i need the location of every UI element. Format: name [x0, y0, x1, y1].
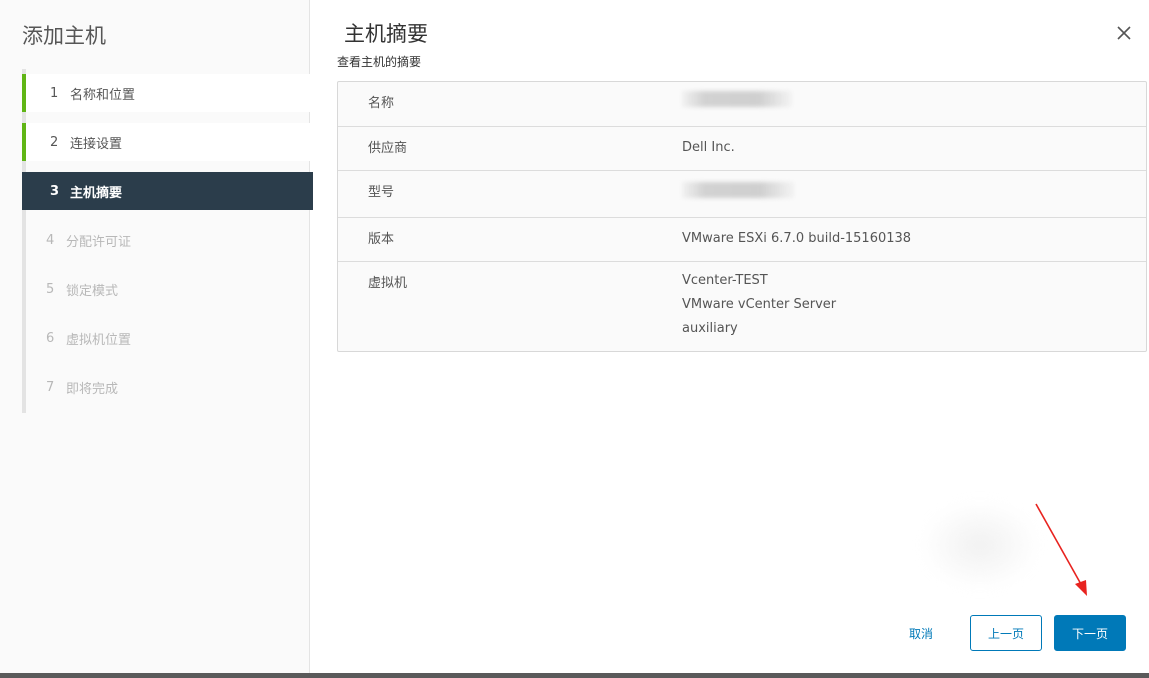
- taskbar-strip: [0, 673, 1149, 678]
- row-value-list: Vcenter-TEST VMware vCenter Server auxil…: [682, 257, 1146, 351]
- row-value-redacted: [682, 77, 1146, 126]
- blur-smudge: [920, 500, 1040, 590]
- step-lockdown-mode: 5 锁定模式: [22, 270, 313, 308]
- vm-name: auxiliary: [682, 321, 738, 336]
- step-ready-to-complete: 7 即将完成: [22, 368, 313, 406]
- row-value-redacted: [682, 166, 1146, 217]
- step-assign-license: 4 分配许可证: [22, 221, 313, 259]
- cancel-button[interactable]: 取消: [897, 615, 945, 651]
- step-host-summary[interactable]: 3 主机摘要: [22, 172, 313, 210]
- redacted-model: [682, 182, 794, 198]
- row-value: VMware ESXi 6.7.0 build-15160138: [682, 231, 912, 246]
- step-number: 6: [46, 330, 55, 346]
- row-label: 型号: [368, 185, 395, 200]
- table-row: 供应商 Dell Inc.: [338, 127, 1146, 171]
- vm-name: VMware vCenter Server: [682, 297, 837, 312]
- row-label: 供应商: [368, 141, 408, 156]
- page-title: 主机摘要: [344, 22, 428, 46]
- table-row: 型号: [338, 171, 1146, 218]
- host-summary-table: 名称 供应商 Dell Inc. 型号 版本 VMware ESXi 6.7.0…: [337, 81, 1147, 352]
- step-label: 锁定模式: [66, 283, 119, 299]
- back-button[interactable]: 上一页: [970, 615, 1042, 651]
- page-subtitle: 查看主机的摘要: [337, 55, 422, 69]
- step-name-location[interactable]: 1 名称和位置: [22, 74, 313, 112]
- step-number: 1: [50, 85, 59, 101]
- row-label: 名称: [368, 96, 395, 111]
- row-value: Dell Inc.: [682, 140, 735, 155]
- wizard-title: 添加主机: [22, 24, 106, 48]
- vm-name: Vcenter-TEST: [682, 273, 768, 288]
- table-row: 名称: [338, 82, 1146, 127]
- step-label: 虚拟机位置: [66, 332, 132, 348]
- step-label: 名称和位置: [70, 87, 136, 103]
- row-label: 版本: [368, 232, 395, 247]
- step-connection-settings[interactable]: 2 连接设置: [22, 123, 313, 161]
- step-number: 3: [50, 183, 60, 199]
- annotation-arrow-icon: [1030, 500, 1090, 600]
- next-button[interactable]: 下一页: [1054, 615, 1126, 651]
- step-number: 4: [46, 232, 55, 248]
- wizard-sidebar: 添加主机 1 名称和位置 2 连接设置 3 主机摘要 4 分配许可证 5 锁定模…: [0, 0, 313, 678]
- table-row: 虚拟机 Vcenter-TEST VMware vCenter Server a…: [338, 262, 1146, 351]
- step-number: 5: [46, 281, 55, 297]
- step-label: 主机摘要: [70, 185, 123, 201]
- step-label: 连接设置: [70, 136, 123, 152]
- step-label: 即将完成: [66, 381, 119, 397]
- row-label: 虚拟机: [368, 276, 408, 291]
- table-row: 版本 VMware ESXi 6.7.0 build-15160138: [338, 218, 1146, 262]
- wizard-steps: 1 名称和位置 2 连接设置 3 主机摘要 4 分配许可证 5 锁定模式 6 虚…: [22, 69, 313, 413]
- close-icon[interactable]: [1113, 22, 1135, 44]
- step-number: 7: [46, 379, 55, 395]
- step-label: 分配许可证: [66, 234, 132, 250]
- step-vm-location: 6 虚拟机位置: [22, 319, 313, 357]
- redacted-name: [682, 91, 792, 107]
- step-number: 2: [50, 134, 59, 150]
